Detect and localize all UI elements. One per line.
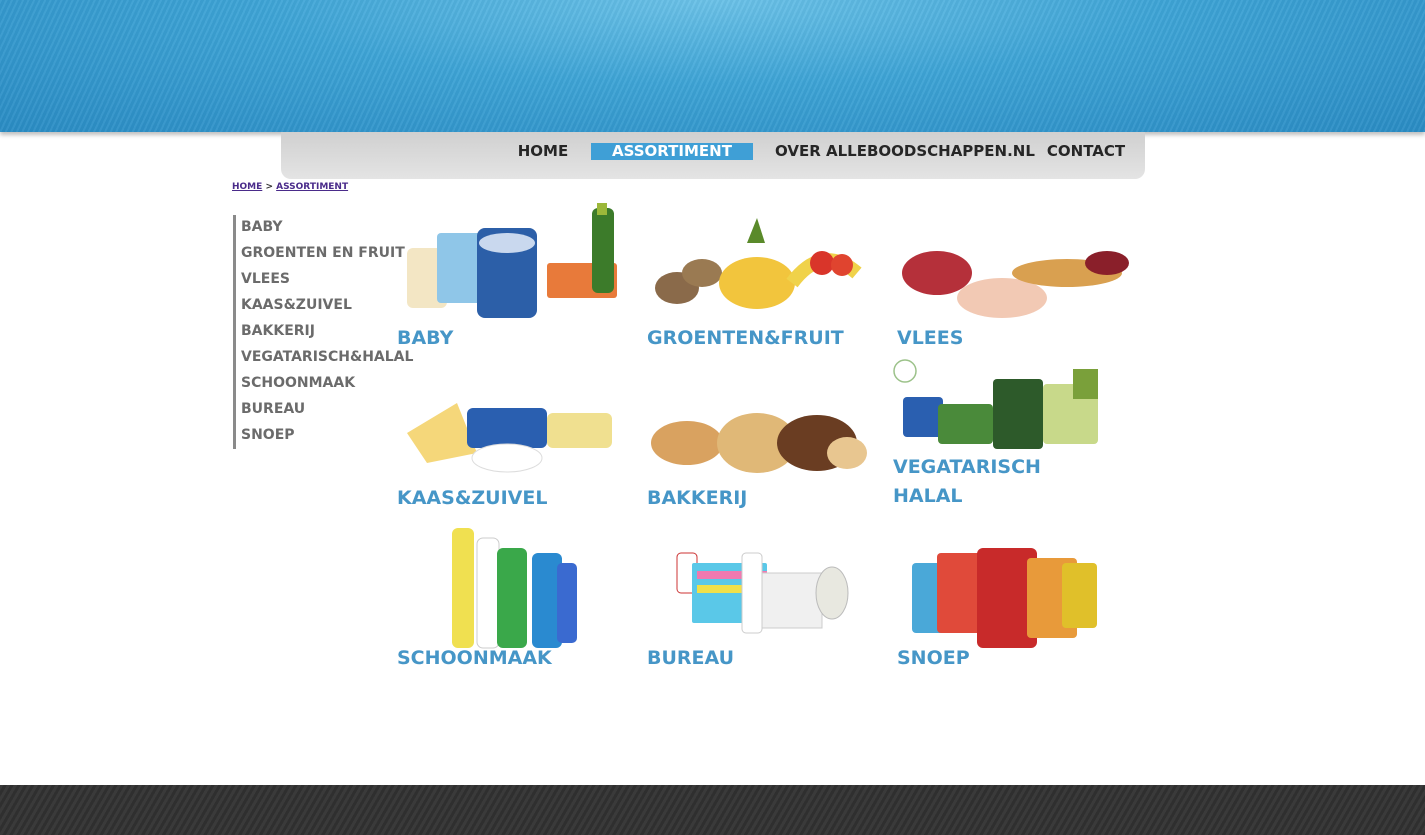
category-tile-bakkerij[interactable]: BAKKERIJ [647, 363, 887, 513]
category-label-bakkerij: BAKKERIJ [647, 487, 748, 509]
category-label-vlees: VLEES [897, 327, 964, 349]
category-label-kaas-zuivel: KAAS&ZUIVEL [397, 487, 548, 509]
category-tile-bureau[interactable]: BUREAU [647, 523, 887, 673]
breadcrumb-current[interactable]: ASSORTIMENT [276, 182, 348, 192]
category-label-vegatarisch-halal: VEGATARISCH HALAL [893, 453, 1041, 511]
sidebar-item-kaas[interactable]: KAAS&ZUIVEL [236, 293, 396, 319]
category-label-bureau: BUREAU [647, 647, 735, 669]
sidebar-item-groenten[interactable]: GROENTEN EN FRUIT [236, 241, 405, 267]
breadcrumb-separator: > [265, 182, 273, 192]
sidebar-item-vegatarisch-halal[interactable]: VEGATARISCH&HALAL [236, 345, 413, 371]
category-tile-vlees[interactable]: VLEES [897, 203, 1137, 353]
category-label-baby: BABY [397, 327, 454, 349]
category-label-halal: HALAL [893, 485, 963, 507]
header-banner [0, 0, 1425, 132]
nav-over[interactable]: OVER ALLEBOODSCHAPPEN.NL [775, 143, 1035, 160]
category-label-vegatarisch: VEGATARISCH [893, 456, 1041, 478]
category-tile-kaas-zuivel[interactable]: KAAS&ZUIVEL [397, 363, 637, 513]
sidebar-item-bakkerij[interactable]: BAKKERIJ [236, 319, 396, 345]
sidebar-item-snoep[interactable]: SNOEP [236, 423, 396, 449]
sidebar-item-schoonmaak[interactable]: SCHOONMAAK [236, 371, 396, 397]
category-sidebar: BABY GROENTEN EN FRUIT VLEES KAAS&ZUIVEL… [233, 215, 413, 449]
category-tile-vegatarisch-halal[interactable]: VEGATARISCH HALAL [893, 359, 1133, 513]
breadcrumb-home[interactable]: HOME [232, 182, 262, 192]
nav-contact[interactable]: CONTACT [1044, 143, 1128, 160]
main-navigation: HOME ASSORTIMENT OVER ALLEBOODSCHAPPEN.N… [281, 132, 1145, 179]
category-tile-snoep[interactable]: SNOEP [897, 523, 1137, 673]
category-label-schoonmaak: SCHOONMAAK [397, 647, 552, 669]
footer [0, 785, 1425, 835]
sidebar-item-baby[interactable]: BABY [236, 215, 396, 241]
sidebar-item-bureau[interactable]: BUREAU [236, 397, 396, 423]
nav-assortiment[interactable]: ASSORTIMENT [591, 143, 753, 160]
category-tile-baby[interactable]: BABY [397, 203, 637, 353]
sidebar-item-vlees[interactable]: VLEES [236, 267, 396, 293]
breadcrumb: HOME > ASSORTIMENT [232, 182, 348, 192]
category-label-groenten-fruit: GROENTEN&FRUIT [647, 327, 844, 349]
category-tile-schoonmaak[interactable]: SCHOONMAAK [397, 523, 637, 673]
category-tile-groenten-fruit[interactable]: GROENTEN&FRUIT [647, 203, 887, 353]
nav-home[interactable]: HOME [513, 143, 573, 160]
category-label-snoep: SNOEP [897, 647, 970, 669]
